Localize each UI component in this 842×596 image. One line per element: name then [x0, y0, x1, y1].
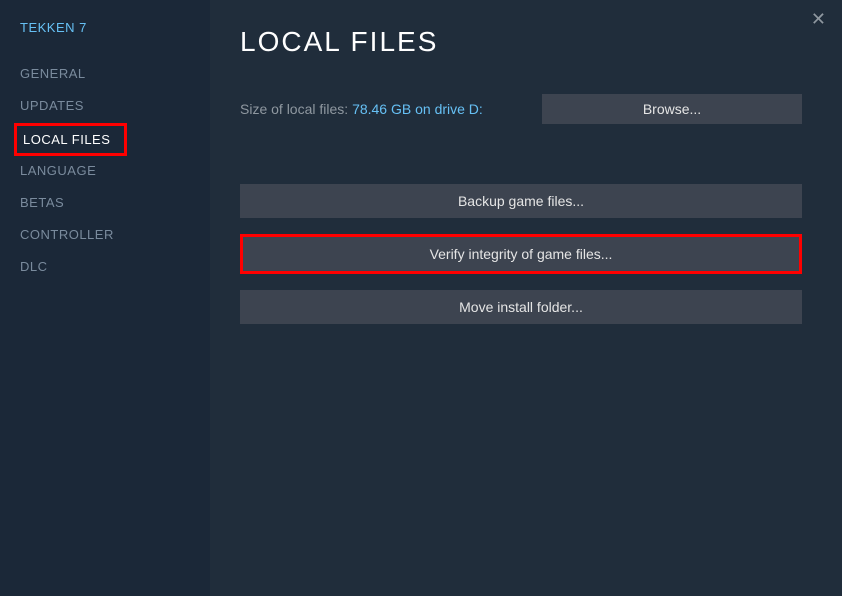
sidebar-highlight: LOCAL FILES: [14, 123, 127, 156]
verify-highlight: Verify integrity of game files...: [240, 234, 802, 274]
size-row: Size of local files: 78.46 GB on drive D…: [240, 94, 802, 124]
move-button[interactable]: Move install folder...: [240, 290, 802, 324]
sidebar-item-betas[interactable]: BETAS: [0, 188, 210, 217]
size-text: Size of local files: 78.46 GB on drive D…: [240, 101, 483, 117]
backup-button[interactable]: Backup game files...: [240, 184, 802, 218]
sidebar-item-local-files[interactable]: LOCAL FILES: [23, 132, 110, 147]
sidebar-item-updates[interactable]: UPDATES: [0, 91, 210, 120]
size-label: Size of local files:: [240, 101, 352, 117]
browse-button[interactable]: Browse...: [542, 94, 802, 124]
sidebar-item-general[interactable]: GENERAL: [0, 59, 210, 88]
sidebar-item-language[interactable]: LANGUAGE: [0, 156, 210, 185]
sidebar: TEKKEN 7 GENERAL UPDATES LOCAL FILES LAN…: [0, 0, 210, 596]
page-title: LOCAL FILES: [240, 26, 802, 58]
close-icon[interactable]: ✕: [811, 10, 826, 28]
verify-button[interactable]: Verify integrity of game files...: [243, 237, 799, 271]
sidebar-item-controller[interactable]: CONTROLLER: [0, 220, 210, 249]
game-title: TEKKEN 7: [0, 20, 210, 59]
sidebar-item-dlc[interactable]: DLC: [0, 252, 210, 281]
size-value: 78.46 GB on drive D:: [352, 101, 483, 117]
main-panel: ✕ LOCAL FILES Size of local files: 78.46…: [210, 0, 842, 596]
